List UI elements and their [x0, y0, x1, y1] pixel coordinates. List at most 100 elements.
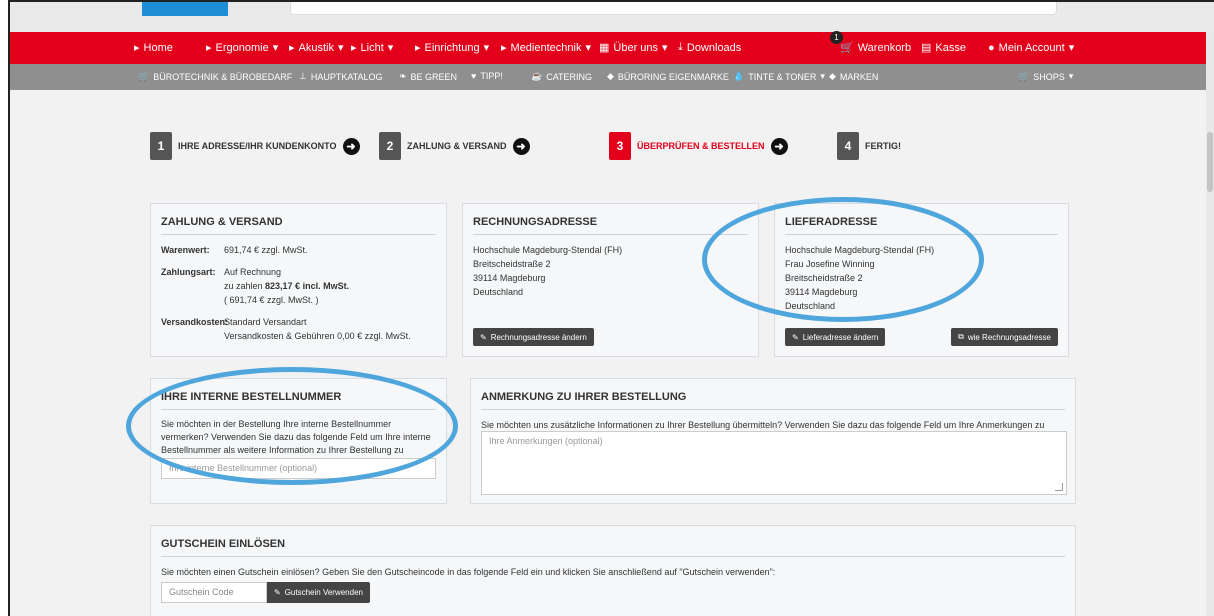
order-number-input[interactable]: Ihre interne Bestellnummer (optional) [161, 458, 436, 479]
address-line: Frau Josefine Winning [785, 259, 875, 269]
subnav-hauptkatalog[interactable]: ⊥ Hauptkatalog [299, 71, 383, 82]
nav-kasse[interactable]: ▤ Kasse [921, 41, 966, 55]
nav-medientechnik[interactable]: ▸ Medientechnik ▾ [501, 41, 591, 55]
use-voucher-button[interactable]: ✎ Gutschein Verwenden [267, 582, 370, 603]
voucher-description: Sie möchten einen Gutschein einlösen? Ge… [161, 567, 776, 577]
caret-right-icon: ▸ [134, 42, 140, 54]
address-line: 39114 Magdeburg [785, 287, 858, 297]
versand-label: Versandkosten: [161, 317, 229, 327]
building-icon: ▦ [599, 42, 610, 54]
scrollbar[interactable] [1206, 32, 1214, 616]
search-input[interactable] [290, 2, 1057, 15]
panel-title: Anmerkung zu Ihrer Bestellung [481, 391, 1065, 410]
warenwert-label: Warenwert: [161, 245, 210, 255]
caret-right-icon: ▸ [415, 42, 421, 54]
caret-down-icon: ▾ [662, 42, 668, 54]
caret-right-icon: ▸ [351, 42, 357, 54]
site-logo[interactable] [142, 2, 228, 16]
voucher-code-input[interactable]: Gutschein Code [161, 582, 267, 603]
caret-down-icon: ▾ [820, 71, 825, 81]
browser-viewport: ▸ Home ▸ Ergonomie ▾ ▸ Akustik ▾ ▸ Licht ▾ ▸ Ein… [8, 0, 1214, 616]
resize-handle-icon[interactable] [1055, 483, 1063, 491]
subnav-marken[interactable]: ◆ Marken [829, 71, 878, 82]
step-number: 1 [150, 132, 172, 160]
caret-down-icon: ▾ [585, 42, 591, 54]
step-label: Überprüfen & Bestellen [637, 141, 765, 151]
voucher-panel: Gutschein einlösen Sie möchten einen Gut… [150, 525, 1076, 616]
amount-incl-tax: zu zahlen 823,17 € incl. MwSt. [224, 281, 350, 291]
payment-panel: Zahlung & Versand Warenwert: 691,74 € zzg… [150, 203, 447, 357]
heart-icon: ♥ [471, 71, 477, 81]
arrow-circle-right-icon: ➜ [512, 137, 530, 155]
address-line: Breitscheidstraße 2 [785, 273, 863, 283]
pencil-icon: ✎ [480, 332, 487, 342]
zahlungsart-value: Auf Rechnung [224, 267, 282, 277]
pencil-icon: ✎ [274, 588, 281, 597]
same-as-billing-button[interactable]: ⧉ wie Rechnungsadresse [951, 328, 1058, 346]
address-line: Hochschule Magdeburg-Stendal (FH) [785, 245, 935, 255]
subnav-tinte-toner[interactable]: 💧 Tinte & Toner ▾ [733, 71, 825, 82]
nav-account[interactable]: ● Mein Account ▾ [988, 41, 1075, 55]
tags-icon: ◆ [829, 71, 836, 81]
step-label: Zahlung & Versand [407, 141, 507, 151]
caret-down-icon: ▾ [1068, 42, 1075, 54]
caret-down-icon: ▾ [483, 42, 490, 54]
subnav-catering[interactable]: ☕ Catering [531, 71, 592, 82]
nav-home[interactable]: ▸ Home [134, 41, 173, 55]
step-number: 2 [379, 132, 401, 160]
nav-licht[interactable]: ▸ Licht ▾ [351, 41, 394, 55]
arrow-circle-right-icon: ➜ [770, 137, 788, 155]
cart-icon: 🛒 [1018, 71, 1030, 81]
panel-title: Ihre interne Bestellnummer [161, 391, 436, 410]
caret-right-icon: ▸ [501, 42, 507, 54]
address-line: Hochschule Magdeburg-Stendal (FH) [473, 245, 623, 255]
caret-down-icon: ▾ [1068, 71, 1074, 81]
checkout-step-2[interactable]: 2 Zahlung & Versand ➜ [379, 132, 530, 160]
caret-down-icon: ▾ [338, 42, 344, 54]
panel-title: Lieferadresse [785, 216, 1058, 235]
panel-title: Rechnungsadresse [473, 216, 748, 235]
versand-cost: Versandkosten & Gebühren 0,00 € zzgl. Mw… [224, 331, 411, 341]
nav-downloads[interactable]: ⤓ Downloads [678, 41, 741, 54]
subnav-buerotechnik[interactable]: 🛒 Bürotechnik & Bürobedarf [138, 71, 292, 82]
address-line: Deutschland [473, 287, 524, 297]
sitemap-icon: ⊥ [299, 71, 307, 81]
nav-akustik[interactable]: ▸ Akustik ▾ [289, 41, 344, 55]
versand-method: Standard Versandart [224, 317, 307, 327]
caret-down-icon: ▾ [387, 42, 394, 54]
cart-icon: 🛒 [840, 42, 854, 54]
nav-ueber-uns[interactable]: ▦ Über uns ▾ [599, 41, 668, 55]
nav-einrichtung[interactable]: ▸ Einrichtung ▾ [415, 41, 490, 55]
panel-title: Zahlung & Versand [161, 216, 436, 235]
remarks-textarea[interactable]: Ihre Anmerkungen (optional) [481, 431, 1067, 495]
caret-right-icon: ▸ [206, 42, 212, 54]
user-circle-icon: ● [988, 41, 995, 54]
cup-icon: ☕ [531, 71, 543, 81]
pencil-icon: ✎ [792, 332, 799, 342]
subnav-be-green[interactable]: ❧ Be Green [399, 71, 457, 82]
shipping-address-panel: Lieferadresse Hochschule Magdeburg-Stend… [774, 203, 1069, 357]
step-number: 3 [609, 132, 631, 160]
subnav-tipp[interactable]: ♥ Tipp! [471, 71, 503, 81]
arrow-circle-right-icon: ➜ [342, 137, 360, 155]
sub-navigation: 🛒 Bürotechnik & Bürobedarf ⊥ Hauptkatalog … [10, 64, 1214, 90]
checkout-step-4[interactable]: 4 Fertig! [837, 132, 901, 160]
change-billing-address-button[interactable]: ✎ Rechnungsadresse ändern [473, 328, 594, 346]
billing-address-panel: Rechnungsadresse Hochschule Magdeburg-St… [462, 203, 759, 357]
subnav-eigenmarke[interactable]: ◆ Büroring Eigenmarke [607, 71, 729, 82]
zahlungsart-label: Zahlungsart: [161, 267, 216, 277]
warenwert-value: 691,74 € zzgl. MwSt. [224, 245, 308, 255]
change-shipping-address-button[interactable]: ✎ Lieferadresse ändern [785, 328, 886, 346]
leaf-icon: ❧ [399, 71, 407, 81]
step-label: Fertig! [865, 141, 901, 151]
nav-ergonomie[interactable]: ▸ Ergonomie ▾ [206, 41, 278, 55]
scrollbar-thumb[interactable] [1207, 132, 1213, 192]
checkout-step-1[interactable]: 1 Ihre Adresse/Ihr Kundenkonto ➜ [150, 132, 360, 160]
caret-right-icon: ▸ [289, 42, 295, 54]
subnav-shops[interactable]: 🛒 Shops ▾ [1018, 71, 1073, 82]
order-number-panel: Ihre interne Bestellnummer Sie möchten i… [150, 378, 447, 504]
checkout-step-3[interactable]: 3 Überprüfen & Bestellen ➜ [609, 132, 788, 160]
cart-icon: 🛒 [138, 71, 150, 81]
nav-warenkorb[interactable]: 🛒 Warenkorb [840, 41, 911, 55]
tag-icon: ◆ [607, 71, 614, 81]
